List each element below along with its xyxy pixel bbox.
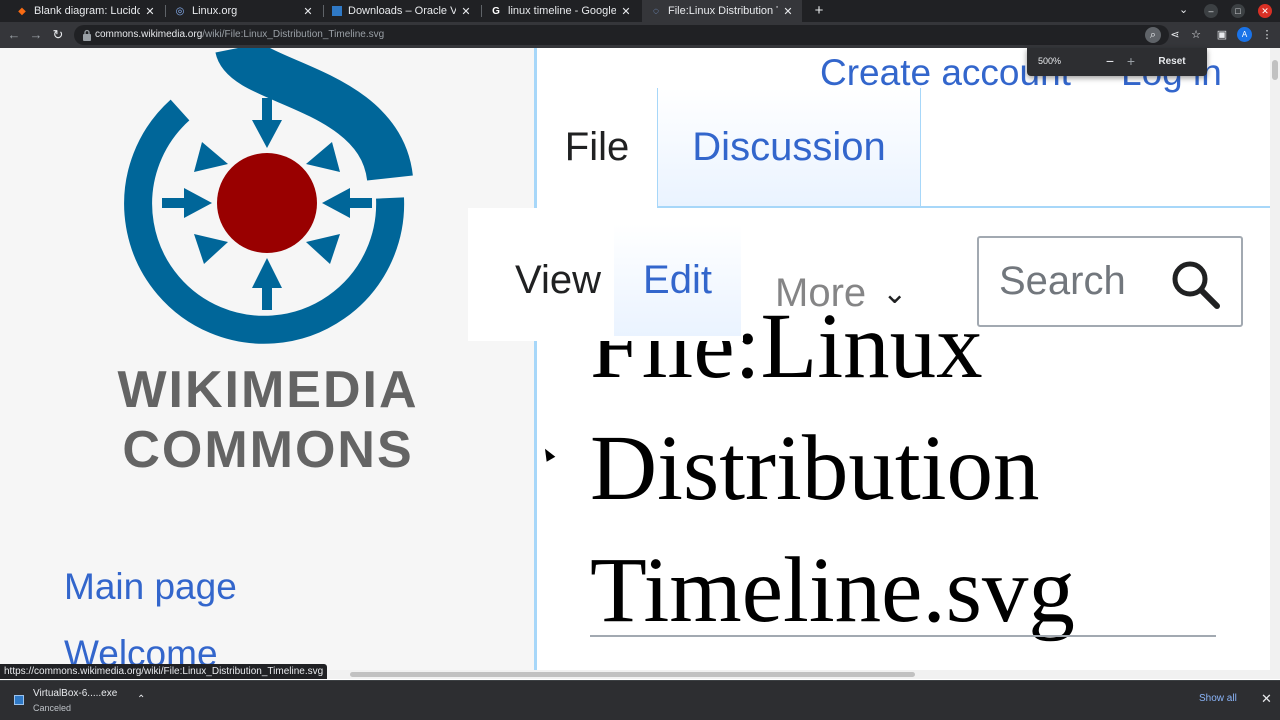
vertical-scrollbar[interactable]	[1270, 48, 1280, 670]
search-box	[977, 236, 1243, 327]
close-icon[interactable]: ✕	[620, 5, 632, 18]
zoom-level: 500%	[1038, 56, 1062, 66]
virtualbox-icon	[332, 6, 342, 16]
tab-virtualbox-downloads[interactable]: Downloads – Oracle VM V ✕	[324, 0, 480, 22]
wikimedia-icon: ◌	[653, 5, 659, 17]
side-panel-icon[interactable]: ▣	[1214, 27, 1230, 43]
url-text: commons.wikimedia.org/wiki/File:Linux_Di…	[95, 29, 385, 40]
heading-divider	[590, 635, 1216, 637]
address-bar[interactable]: commons.wikimedia.org/wiki/File:Linux_Di…	[74, 25, 1169, 45]
tab-linux-org[interactable]: ◎ Linux.org ✕	[166, 0, 322, 22]
tab-lucidchart[interactable]: ◆ Blank diagram: Lucidchar ✕	[8, 0, 164, 22]
forward-arrow-icon[interactable]: →	[28, 27, 44, 43]
minimize-button[interactable]: –	[1204, 4, 1218, 18]
close-icon[interactable]: ✕	[460, 5, 472, 18]
close-icon[interactable]: ✕	[144, 5, 156, 18]
show-all-downloads-link[interactable]: Show all	[1199, 693, 1237, 704]
page-title-line: Timeline.svg	[590, 539, 1075, 642]
chevron-down-icon: ⌄	[882, 276, 908, 310]
tab-file[interactable]: File	[537, 88, 657, 206]
search-icon[interactable]	[1169, 258, 1221, 310]
search-input[interactable]	[997, 258, 1167, 305]
restore-button[interactable]: □	[1231, 4, 1245, 18]
more-menu[interactable]: More ⌄	[775, 268, 907, 318]
profile-avatar[interactable]: A	[1237, 27, 1252, 42]
back-arrow-icon[interactable]: ←	[6, 27, 22, 43]
wikimedia-commons-logo[interactable]	[70, 48, 450, 358]
sidebar: WIKIMEDIA COMMONS Main page Welcome	[0, 48, 534, 670]
tab-edit[interactable]: Edit	[614, 224, 741, 336]
reload-icon[interactable]: ↻	[50, 27, 66, 43]
tab-title: linux timeline - Google cy	[508, 5, 616, 17]
bookmark-star-icon[interactable]: ☆	[1188, 27, 1204, 43]
tab-title: Blank diagram: Lucidchar	[34, 5, 140, 17]
zoom-out-button[interactable]: −	[1102, 52, 1118, 70]
download-item-status: Canceled	[33, 703, 72, 713]
browser-menu-icon[interactable]: ⋮	[1259, 27, 1275, 43]
tab-title: Linux.org	[192, 5, 238, 17]
tab-wikimedia-file[interactable]: ◌ File:Linux Distribution Ti ✕	[642, 0, 802, 22]
linux-org-icon: ◎	[175, 5, 185, 17]
page-title-line: Distribution	[590, 417, 1040, 520]
download-shelf: VirtualBox-6.....exe Canceled ⌃ Show all…	[0, 680, 1280, 720]
tab-google-search[interactable]: G linux timeline - Google cy ✕	[482, 0, 640, 22]
share-icon[interactable]: ⋖	[1167, 27, 1183, 43]
chevron-up-icon[interactable]: ⌃	[137, 694, 145, 705]
mouse-cursor	[540, 446, 556, 462]
zoom-magnifier-icon[interactable]: ⌕	[1145, 27, 1161, 43]
close-icon[interactable]: ✕	[782, 5, 794, 18]
close-download-shelf-icon[interactable]: ✕	[1261, 691, 1272, 707]
status-bar-url: https://commons.wikimedia.org/wiki/File:…	[0, 664, 328, 679]
tab-discussion[interactable]: Discussion	[657, 88, 921, 206]
tab-title: File:Linux Distribution Ti	[668, 5, 778, 17]
browser-tab-strip: ◆ Blank diagram: Lucidchar ✕ ◎ Linux.org…	[0, 0, 1280, 22]
logo-line-2: COMMONS	[122, 421, 414, 479]
zoom-popup: 500% − + Reset	[1027, 48, 1207, 76]
new-tab-button[interactable]: +	[810, 2, 828, 20]
view-tabs: View Edit	[468, 208, 743, 341]
tab-title: Downloads – Oracle VM V	[348, 5, 456, 17]
download-item-name[interactable]: VirtualBox-6.....exe	[33, 688, 117, 699]
zoom-reset-button[interactable]: Reset	[1153, 53, 1191, 70]
browser-toolbar: ← → ↻ commons.wikimedia.org/wiki/File:Li…	[0, 22, 1280, 48]
window-close-button[interactable]: ✕	[1258, 4, 1272, 18]
google-icon: G	[492, 5, 500, 17]
more-label: More	[775, 270, 867, 315]
sidebar-link-main-page[interactable]: Main page	[64, 566, 237, 608]
namespace-tabs: File Discussion	[537, 88, 1270, 208]
lucid-icon: ◆	[18, 5, 26, 17]
virtualbox-file-icon	[14, 695, 24, 705]
zoom-in-button[interactable]: +	[1123, 52, 1139, 70]
tab-view[interactable]: View	[484, 224, 632, 336]
logo-wordmark: WIKIMEDIA COMMONS	[80, 360, 456, 480]
close-icon[interactable]: ✕	[302, 5, 314, 18]
tab-search-chevron-icon[interactable]: ⌄	[1179, 3, 1188, 16]
web-page: WIKIMEDIA COMMONS Main page Welcome Crea…	[0, 48, 1270, 670]
logo-line-1: WIKIMEDIA	[117, 361, 419, 419]
lock-icon	[83, 29, 91, 41]
